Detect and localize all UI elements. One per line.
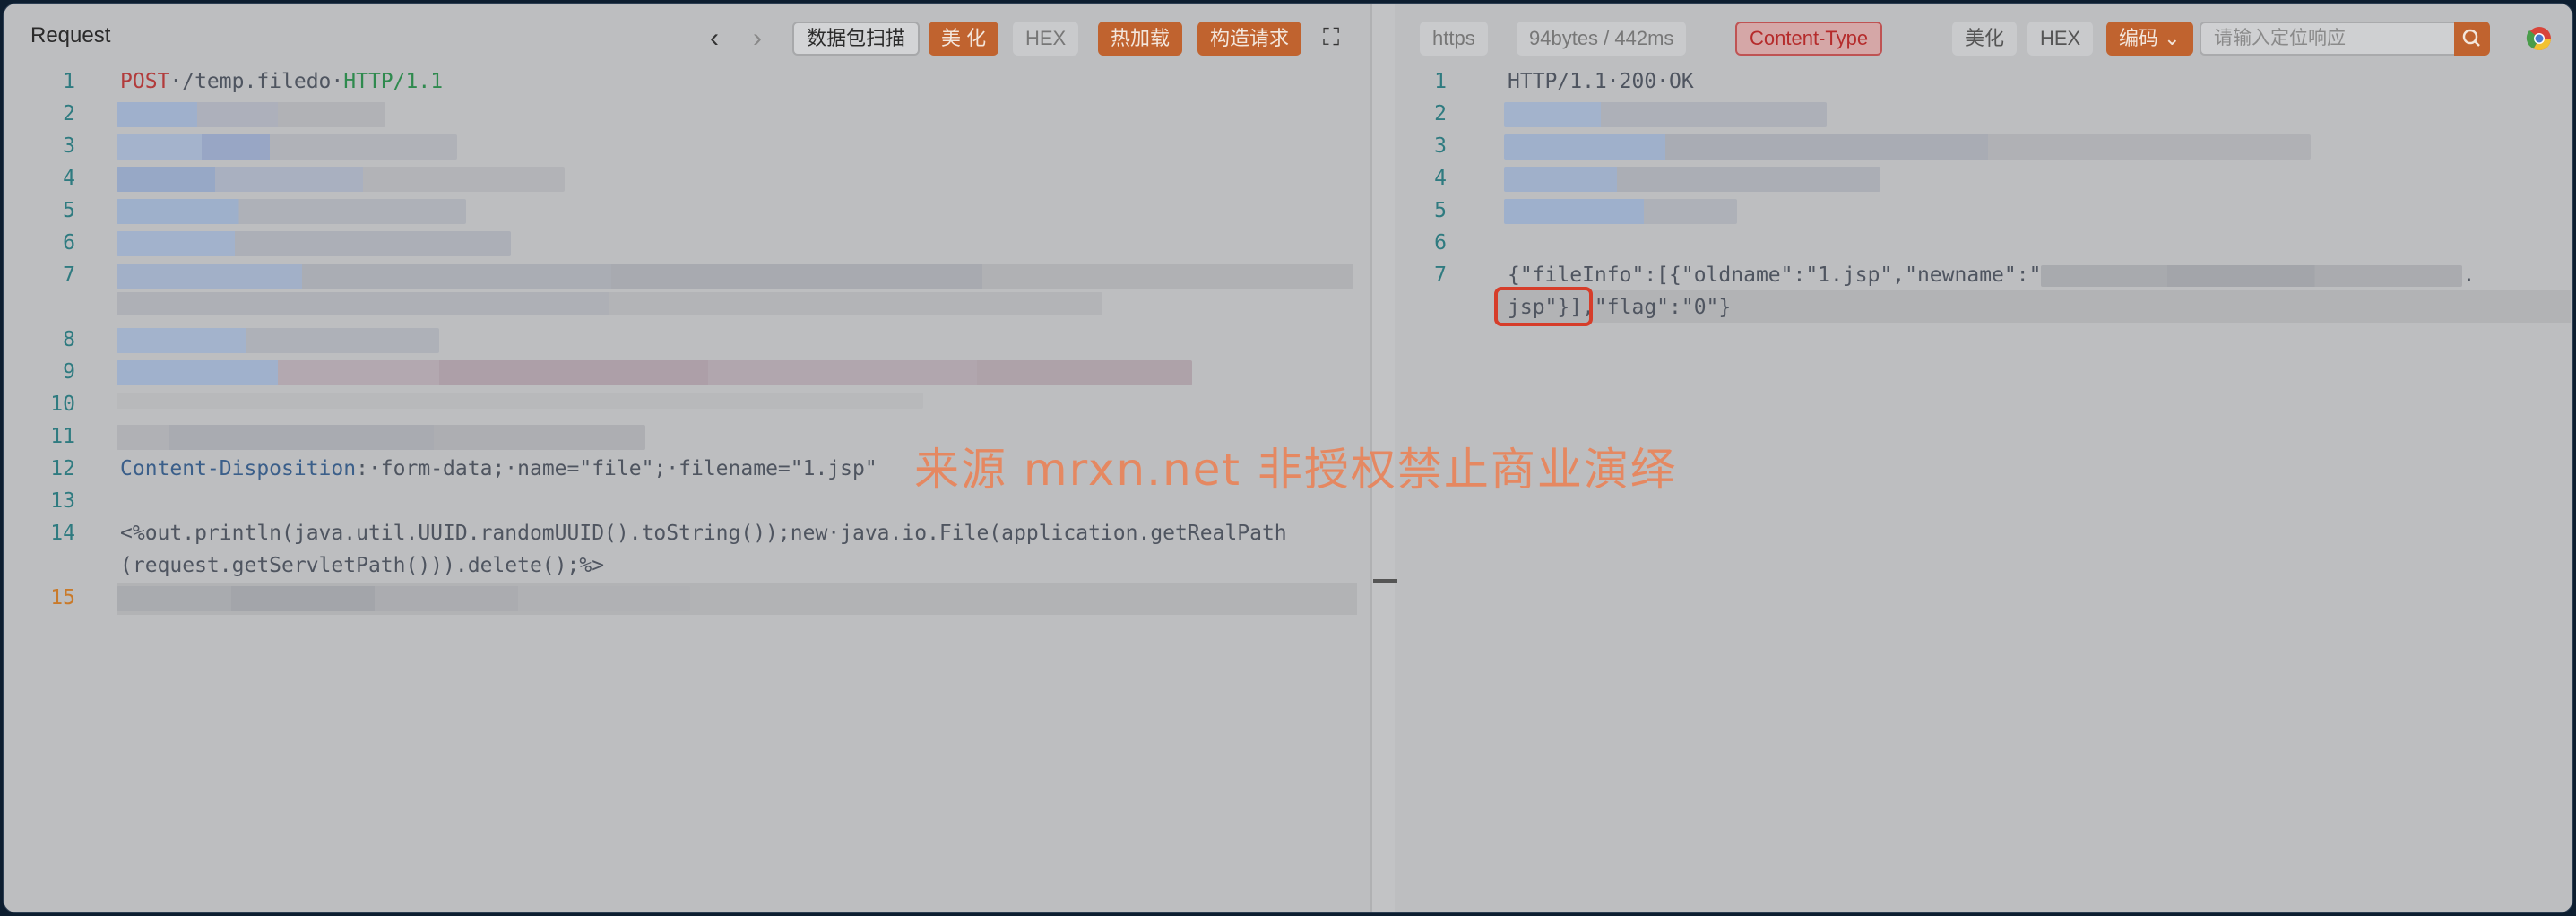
json-response-line: {"fileInfo":[{"oldname":"1.jsp","newname… [1508,264,2475,287]
highlight-annotation [1494,287,1593,326]
search-button[interactable] [2454,22,2490,56]
content-type-button[interactable]: Content-Type [1735,22,1883,56]
protocol-badge: https [1420,22,1488,56]
redacted-text [117,102,385,127]
hex-button[interactable]: HEX [1013,22,1079,56]
response-toolbar: https 94bytes / 442ms Content-Type 美化 HE… [1393,4,2572,65]
request-toolbar: Request ‹ › 数据包扫描 美 化 HEX 热加载 构造请求 ⛶ [4,4,1370,65]
line-number: 9 [63,360,75,384]
line-number: 2 [1434,102,1447,125]
line-number: 1 [1434,70,1447,93]
redacted-text [117,199,466,224]
redacted-text [117,586,690,611]
json-text: . [2462,264,2476,287]
fullscreen-icon[interactable]: ⛶ [1323,20,1339,54]
line-number: 3 [1434,134,1447,158]
encoding-dropdown[interactable]: 编码 ⌄ [2106,22,2193,56]
status-line: HTTP/1.1·200·OK [1508,70,1694,93]
line-number: 5 [63,199,75,222]
hotload-button[interactable]: 热加载 [1098,22,1183,56]
line-number: 5 [1434,199,1447,222]
chrome-icon[interactable] [2526,25,2553,52]
line-number: 6 [63,231,75,255]
line-number: 2 [63,102,75,125]
line-number: 12 [50,457,75,480]
header-value: :·form-data;·name="file";·filename="1.js… [356,457,877,480]
request-line: POST·/temp.filedo·HTTP/1.1 [120,70,443,93]
redacted-text [117,292,1102,315]
redacted-text [117,231,511,256]
locate-response-input[interactable]: 请输入定位响应 [2200,22,2474,56]
redacted-text [1504,134,2311,160]
line-number: 4 [63,167,75,190]
line-number: 1 [63,70,75,93]
response-hex-button[interactable]: HEX [2027,22,2094,56]
redacted-text [117,425,645,450]
watermark: 来源 mrxn.net 非授权禁止商业演绎 [914,444,1677,496]
redacted-text [117,134,457,160]
back-arrow-icon[interactable]: ‹ [710,22,719,56]
http-version: HTTP/1.1 [343,70,444,93]
redacted-text [1504,199,1737,224]
http-method: POST [120,70,170,93]
line-number: 7 [1434,264,1447,287]
content-disposition-line: Content-Disposition:·form-data;·name="fi… [120,457,877,480]
app-window: Request ‹ › 数据包扫描 美 化 HEX 热加载 构造请求 ⛶ 1 2… [4,4,2572,912]
line-number: 3 [63,134,75,158]
line-number: 11 [50,425,75,448]
redacted-text [117,167,565,192]
search-icon [2462,29,2480,47]
header-name: Content-Disposition [120,457,357,480]
redacted-text [1504,102,1827,127]
jsp-payload-line: <%out.println(java.util.UUID.randomUUID(… [120,522,1287,545]
line-number: 15 [50,586,75,609]
line-number: 13 [50,489,75,513]
line-number: 10 [50,393,75,416]
redacted-text [2041,264,2463,287]
forward-arrow-icon[interactable]: › [753,22,762,56]
build-request-button[interactable]: 构造请求 [1197,22,1302,56]
line-number: 8 [63,328,75,351]
beautify-button[interactable]: 美 化 [929,22,999,56]
json-text: {"fileInfo":[{"oldname":"1.jsp","newname… [1508,264,2042,287]
redacted-text [117,360,1192,385]
line-number: 7 [63,264,75,287]
redacted-text [117,264,1353,289]
line-number: 14 [50,522,75,545]
jsp-payload-line-wrap: (request.getServletPath())).delete();%> [120,554,605,577]
redacted-text [117,393,923,409]
request-title: Request [30,23,111,48]
response-beautify-button[interactable]: 美化 [1952,22,2018,56]
packet-scan-button[interactable]: 数据包扫描 [792,22,921,56]
request-path: ·/temp.filedo· [169,70,344,93]
redacted-text [1504,167,1880,192]
line-number: 6 [1434,231,1447,255]
redacted-text [117,328,439,353]
size-time-badge: 94bytes / 442ms [1517,22,1687,56]
line-number: 4 [1434,167,1447,190]
